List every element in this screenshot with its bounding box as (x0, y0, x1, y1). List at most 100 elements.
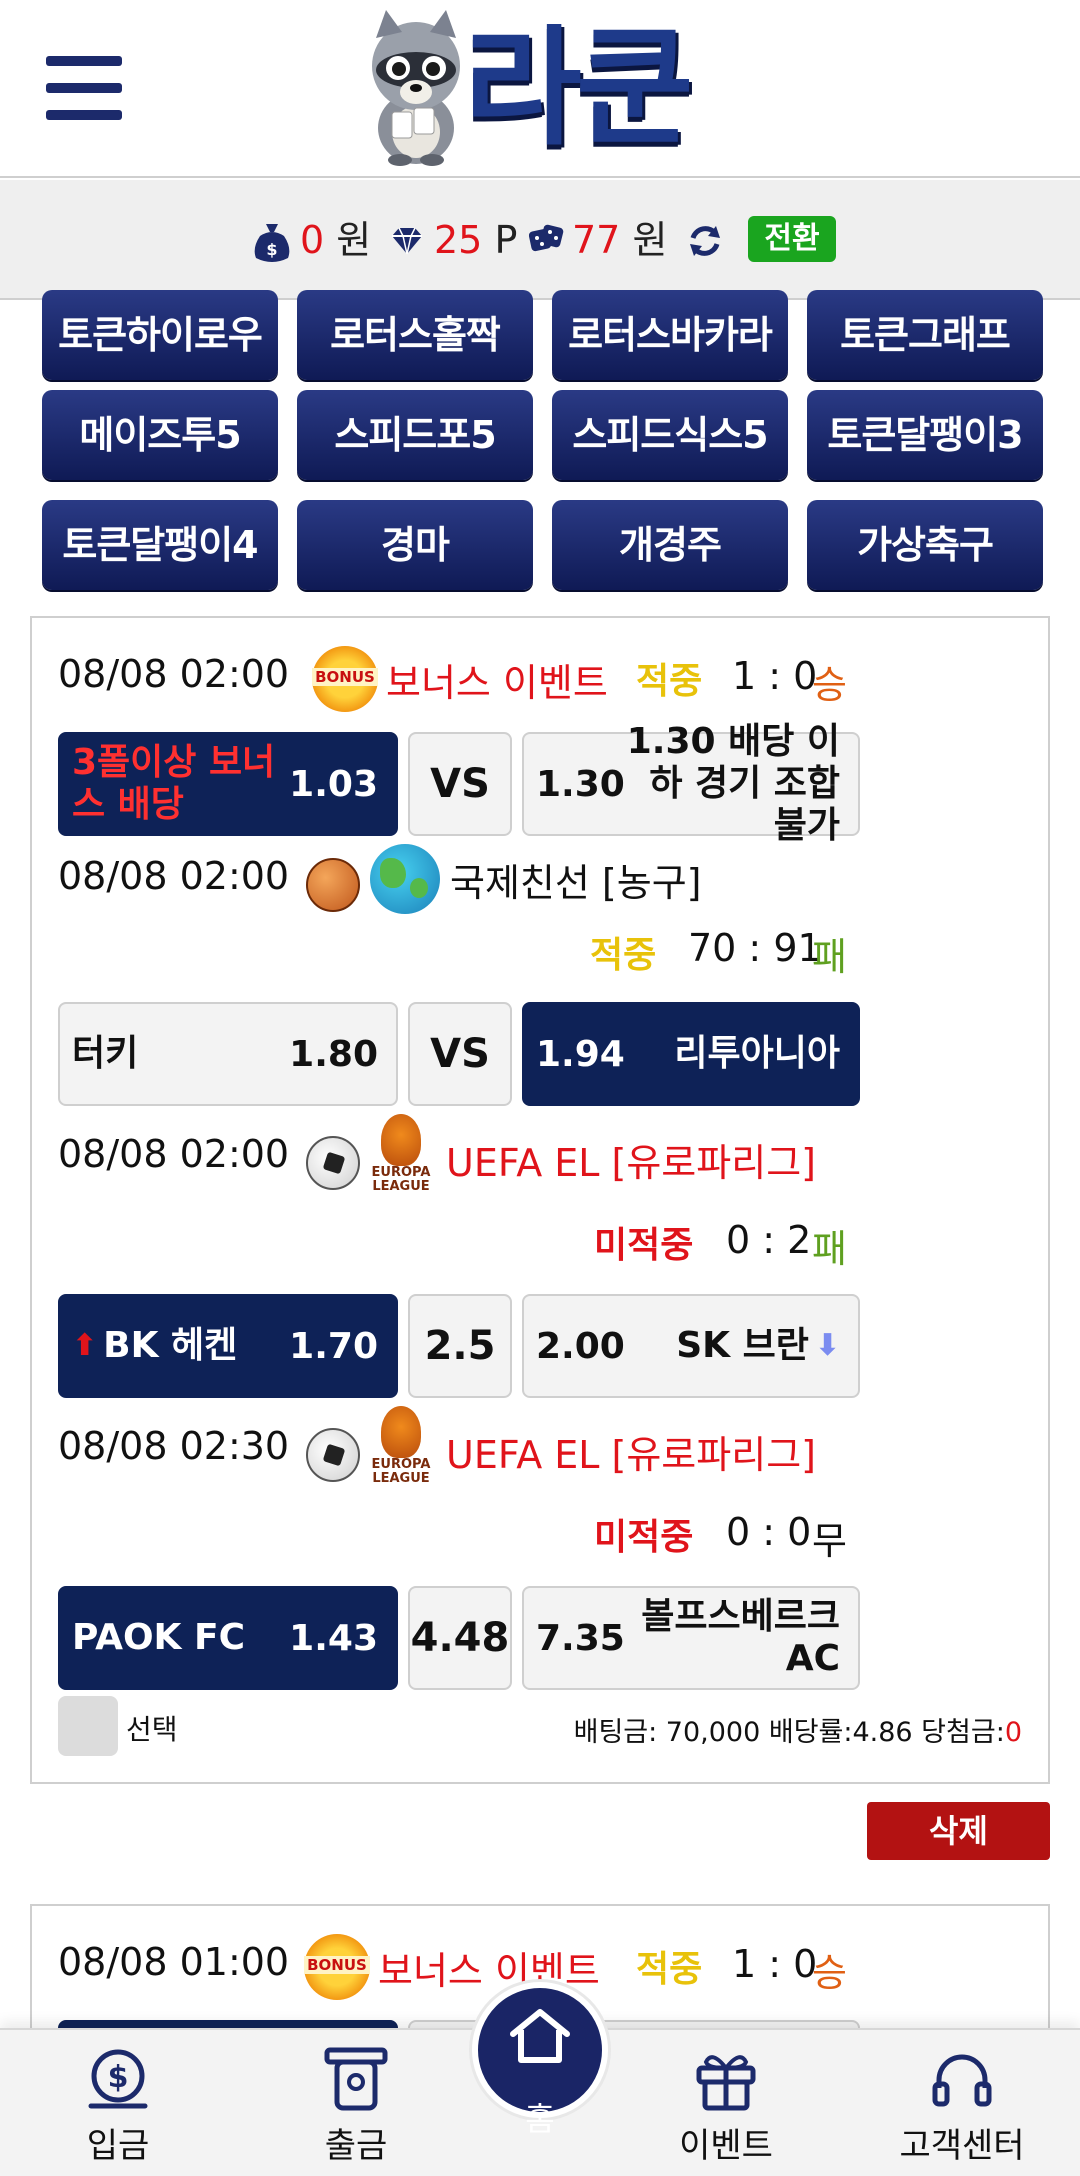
coin-deposit-icon: $ (88, 2049, 148, 2109)
bet-status: 적중 (636, 1949, 703, 1990)
home-team-label: 3폴이상 보너스 배당 (72, 742, 276, 825)
nav-home-label: 홈 (525, 2100, 555, 2138)
app-root: 라쿤 $ 0 원 25 P 77 원 전환 토큰하이로우 로터스홀짝 로터스바카… (0, 0, 1080, 2176)
match-datetime: 08/08 02:00 (58, 854, 290, 898)
nav-label: 출금 (324, 2126, 388, 2166)
winnings-value: 0 (1004, 1717, 1022, 1748)
top-header: 라쿤 (0, 0, 1080, 178)
point-value: 25 (434, 218, 483, 262)
nav-label: 입금 (86, 2126, 150, 2166)
switch-button[interactable]: 전환 (748, 216, 836, 262)
game-button-5[interactable]: 스피드포5 (297, 390, 533, 480)
home-team-text: BK 헤켄 (103, 1325, 238, 1366)
headset-icon (932, 2054, 992, 2107)
brand-logo-text: 라쿤 (464, 14, 694, 163)
casino-balance: 77 원 (572, 212, 667, 268)
gift-icon (696, 2055, 756, 2111)
svg-text:$: $ (108, 2060, 129, 2095)
bonus-icon-text: BONUS (304, 1956, 370, 1974)
home-odd-button[interactable]: 터키 1.80 (58, 1002, 398, 1106)
home-odd-button[interactable]: PAOK FC 1.43 (58, 1586, 398, 1690)
match-datetime: 08/08 02:30 (58, 1424, 290, 1468)
nav-withdraw[interactable]: 출금 (276, 2044, 436, 2174)
europa-league-logo: EUROPA LEAGUE (370, 1406, 432, 1496)
select-checkbox[interactable] (58, 1696, 118, 1756)
dice-icon (528, 224, 564, 252)
bet-summary-text: 배팅금: 70,000 배당률:4.86 당첨금: (573, 1717, 1005, 1748)
home-team-label: ⬆ BK 헤켄 (72, 1296, 237, 1396)
handicap-button[interactable]: 2.5 (408, 1294, 512, 1398)
match-result: 패 (812, 935, 847, 979)
select-label: 선택 (126, 1713, 178, 1746)
match-result: 무 (812, 1519, 847, 1563)
nav-event[interactable]: 이벤트 (646, 2044, 806, 2174)
bet-slip: 08/08 02:00 BONUS 보너스 이벤트 적중 1 : 0 승 3폴이… (30, 616, 1050, 1784)
league-name: 보너스 이벤트 (386, 661, 608, 705)
match-result: 패 (812, 1227, 847, 1271)
away-odd-value: 7.35 (536, 1617, 625, 1659)
bet-status: 미적중 (594, 1225, 694, 1266)
game-button-2[interactable]: 로터스바카라 (552, 290, 788, 380)
home-odd-button[interactable]: 3폴이상 보너스 배당 1.03 (58, 732, 398, 836)
menu-icon[interactable] (46, 56, 122, 120)
globe-icon (370, 844, 440, 914)
raccoon-mascot-icon (372, 10, 460, 166)
game-button-11[interactable]: 가상축구 (807, 500, 1043, 590)
away-team-label: SK 브란 ⬇ (676, 1296, 840, 1396)
money-bag-icon: $ (254, 224, 290, 262)
draw-odd-button[interactable]: VS (408, 1002, 512, 1106)
draw-odd-button[interactable]: VS (408, 732, 512, 836)
europa-logo-text: EUROPA LEAGUE (371, 1165, 431, 1194)
nav-label: 고객센터 (899, 2126, 1025, 2166)
home-odd-value: 1.80 (289, 1033, 378, 1075)
home-team-label: 터키 (72, 1033, 139, 1074)
away-odd-button[interactable]: 7.35 볼프스베르크 AC (522, 1586, 860, 1690)
away-odd-button[interactable]: 1.30 1.30 배당 이하 경기 조합 불가 (522, 721, 860, 846)
nav-support[interactable]: 고객센터 (882, 2044, 1042, 2174)
game-button-6[interactable]: 스피드식스5 (552, 390, 788, 480)
bet-status: 적중 (590, 935, 657, 976)
away-team-text: SK 브란 (676, 1325, 809, 1366)
bonus-icon: BONUS (304, 1934, 370, 2000)
away-odd-button[interactable]: 1.94 리투아니아 (522, 1002, 860, 1106)
home-icon (510, 2009, 570, 2063)
game-button-7[interactable]: 토큰달팽이3 (807, 390, 1043, 480)
match-datetime: 08/08 01:00 (58, 1940, 290, 1984)
arrow-down-icon: ⬇ (814, 1328, 840, 1363)
game-button-9[interactable]: 경마 (297, 500, 533, 590)
cash-unit: 원 (336, 218, 372, 262)
arrow-up-icon: ⬆ (72, 1328, 98, 1363)
match-score: 0 : 2 (726, 1218, 812, 1262)
nav-deposit[interactable]: $ 입금 (38, 2044, 198, 2174)
away-odd-value: 1.94 (536, 1033, 625, 1075)
game-button-3[interactable]: 토큰그래프 (807, 290, 1043, 380)
casino-value: 77 (572, 218, 621, 262)
soccer-ball-icon (306, 1136, 360, 1190)
league-name: 국제친선 [농구] (450, 861, 702, 905)
home-odd-button[interactable]: ⬆ BK 헤켄 1.70 (58, 1294, 398, 1398)
game-button-0[interactable]: 토큰하이로우 (42, 290, 278, 380)
match-score: 1 : 0 (732, 654, 818, 698)
point-unit: P (494, 218, 518, 262)
delete-button[interactable]: 삭제 (867, 1802, 1050, 1860)
away-odd-button[interactable]: 2.00 SK 브란 ⬇ (522, 1294, 860, 1398)
game-button-1[interactable]: 로터스홀짝 (297, 290, 533, 380)
bet-status: 적중 (636, 661, 703, 702)
game-button-4[interactable]: 메이즈투5 (42, 390, 278, 480)
cash-value: 0 (300, 218, 325, 262)
game-button-10[interactable]: 개경주 (552, 500, 788, 590)
match-datetime: 08/08 02:00 (58, 652, 290, 696)
refresh-icon[interactable] (686, 222, 724, 260)
match-result: 승 (812, 663, 847, 707)
brand-logo[interactable]: 라쿤 (356, 8, 726, 168)
balance-bar: $ 0 원 25 P 77 원 전환 (0, 180, 1080, 300)
match-result: 승 (812, 1951, 847, 1995)
draw-odd-button[interactable]: 4.48 (408, 1586, 512, 1690)
league-name: UEFA EL [유로파리그] (446, 1141, 816, 1185)
point-balance: 25 P (434, 212, 517, 268)
soccer-ball-icon (306, 1428, 360, 1482)
away-team-label: 리투아니아 (674, 1033, 840, 1074)
game-button-8[interactable]: 토큰달팽이4 (42, 500, 278, 590)
cash-balance: 0 원 (300, 212, 371, 268)
europa-league-logo: EUROPA LEAGUE (370, 1114, 432, 1204)
